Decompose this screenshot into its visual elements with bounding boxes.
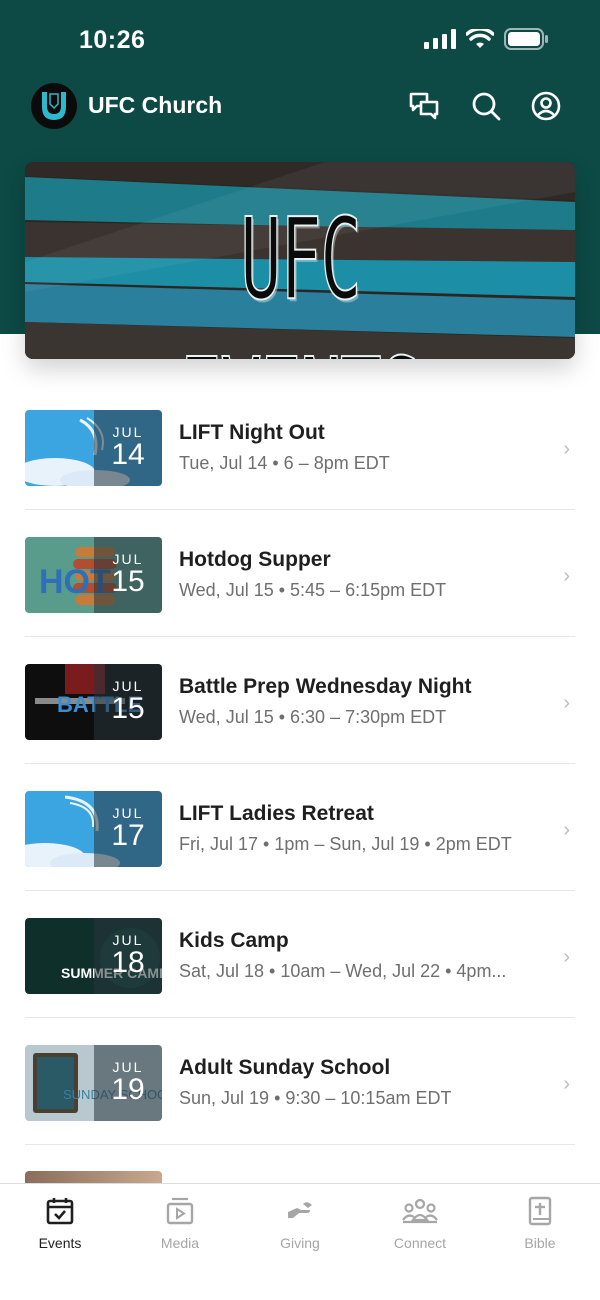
status-icons bbox=[424, 28, 548, 50]
tab-label: Media bbox=[160, 1235, 200, 1251]
profile-button[interactable] bbox=[528, 88, 564, 124]
chevron-right-icon: › bbox=[563, 692, 570, 714]
event-date-badge: JUL 17 bbox=[94, 791, 162, 867]
account-icon bbox=[531, 91, 561, 121]
event-title: LIFT Night Out bbox=[179, 421, 325, 444]
tab-label: Connect bbox=[393, 1235, 447, 1251]
event-day: 14 bbox=[111, 438, 145, 471]
chevron-right-icon: › bbox=[563, 565, 570, 587]
event-thumbnail: BATTLE JUL 15 bbox=[25, 664, 162, 740]
event-datetime: Fri, Jul 17 • 1pm – Sun, Jul 19 • 2pm ED… bbox=[179, 834, 512, 854]
divider bbox=[25, 1144, 575, 1145]
tab-giving[interactable]: Giving bbox=[240, 1184, 360, 1300]
app-title: UFC Church bbox=[88, 92, 223, 118]
event-date-badge: JUL 18 bbox=[94, 918, 162, 994]
event-item[interactable]: SUNDAY SCHOOL JUL 19 Adult Sunday School… bbox=[0, 1018, 600, 1145]
church-logo[interactable] bbox=[31, 83, 77, 129]
tab-media[interactable]: Media bbox=[120, 1184, 240, 1300]
event-thumbnail: SUNDAY SCHOOL JUL 19 bbox=[25, 1045, 162, 1121]
event-list: JUL 14 LIFT Night Out Tue, Jul 14 • 6 – … bbox=[0, 383, 600, 1145]
event-title: LIFT Ladies Retreat bbox=[179, 802, 374, 825]
tab-connect[interactable]: Connect bbox=[360, 1184, 480, 1300]
calendar-icon bbox=[46, 1198, 74, 1225]
event-date-badge: JUL 19 bbox=[94, 1045, 162, 1121]
event-datetime: Tue, Jul 14 • 6 – 8pm EDT bbox=[179, 453, 390, 473]
event-date-badge: JUL 14 bbox=[94, 410, 162, 486]
tab-bar: Events Media Giving Connect Bible bbox=[0, 1183, 600, 1300]
event-item[interactable]: JUL 17 LIFT Ladies Retreat Fri, Jul 17 •… bbox=[0, 764, 600, 891]
logo-mark-icon bbox=[42, 92, 66, 120]
event-day: 17 bbox=[111, 819, 145, 852]
wifi-icon bbox=[466, 29, 494, 48]
event-title: Kids Camp bbox=[179, 929, 289, 952]
event-thumbnail: HOT JUL 15 bbox=[25, 537, 162, 613]
event-item[interactable]: HOT JUL 15 Hotdog Supper Wed, Jul 15 • 5… bbox=[0, 510, 600, 637]
media-icon bbox=[166, 1197, 194, 1225]
event-datetime: Sat, Jul 18 • 10am – Wed, Jul 22 • 4pm..… bbox=[179, 961, 507, 981]
event-item[interactable]: SUMMER CAMP JUL 18 Kids Camp Sat, Jul 18… bbox=[0, 891, 600, 1018]
event-day: 18 bbox=[111, 946, 145, 979]
events-banner[interactable]: UFC EVENTS bbox=[25, 162, 575, 359]
event-thumbnail: SUMMER CAMP JUL 18 bbox=[25, 918, 162, 994]
banner-title: UFC EVENTS bbox=[180, 194, 423, 359]
event-day: 15 bbox=[111, 565, 145, 598]
event-item[interactable]: JUL 14 LIFT Night Out Tue, Jul 14 • 6 – … bbox=[0, 383, 600, 510]
messages-button[interactable] bbox=[406, 88, 442, 124]
tab-label: Bible bbox=[524, 1235, 556, 1251]
people-icon bbox=[402, 1198, 438, 1224]
chat-icon bbox=[409, 92, 439, 120]
chevron-right-icon: › bbox=[563, 1073, 570, 1095]
event-datetime: Wed, Jul 15 • 6:30 – 7:30pm EDT bbox=[179, 707, 447, 727]
giving-icon bbox=[288, 1202, 312, 1218]
chevron-right-icon: › bbox=[563, 438, 570, 460]
chevron-right-icon: › bbox=[563, 819, 570, 841]
search-button[interactable] bbox=[468, 88, 504, 124]
app-header: UFC Church bbox=[0, 80, 600, 134]
battery-icon bbox=[504, 28, 548, 50]
event-date-badge: JUL 15 bbox=[94, 537, 162, 613]
event-datetime: Wed, Jul 15 • 5:45 – 6:15pm EDT bbox=[179, 580, 447, 600]
event-day: 19 bbox=[111, 1073, 145, 1106]
tab-label: Giving bbox=[280, 1235, 320, 1251]
event-datetime: Sun, Jul 19 • 9:30 – 10:15am EDT bbox=[179, 1088, 452, 1108]
chevron-right-icon: › bbox=[563, 946, 570, 968]
search-icon bbox=[472, 92, 501, 121]
event-thumbnail: JUL 14 bbox=[25, 410, 162, 486]
status-time: 10:26 bbox=[79, 26, 146, 54]
signal-icon bbox=[424, 29, 456, 49]
event-day: 15 bbox=[111, 692, 145, 725]
bible-icon bbox=[528, 1196, 552, 1226]
event-item[interactable]: BATTLE JUL 15 Battle Prep Wednesday Nigh… bbox=[0, 637, 600, 764]
status-bar: 10:26 bbox=[0, 0, 600, 80]
event-title: Battle Prep Wednesday Night bbox=[179, 675, 472, 698]
event-title: Hotdog Supper bbox=[179, 548, 331, 571]
tab-label: Events bbox=[38, 1235, 82, 1251]
tab-events[interactable]: Events bbox=[0, 1184, 120, 1300]
event-title: Adult Sunday School bbox=[179, 1056, 391, 1079]
tab-bible[interactable]: Bible bbox=[480, 1184, 600, 1300]
event-thumbnail: JUL 17 bbox=[25, 791, 162, 867]
event-date-badge: JUL 15 bbox=[94, 664, 162, 740]
